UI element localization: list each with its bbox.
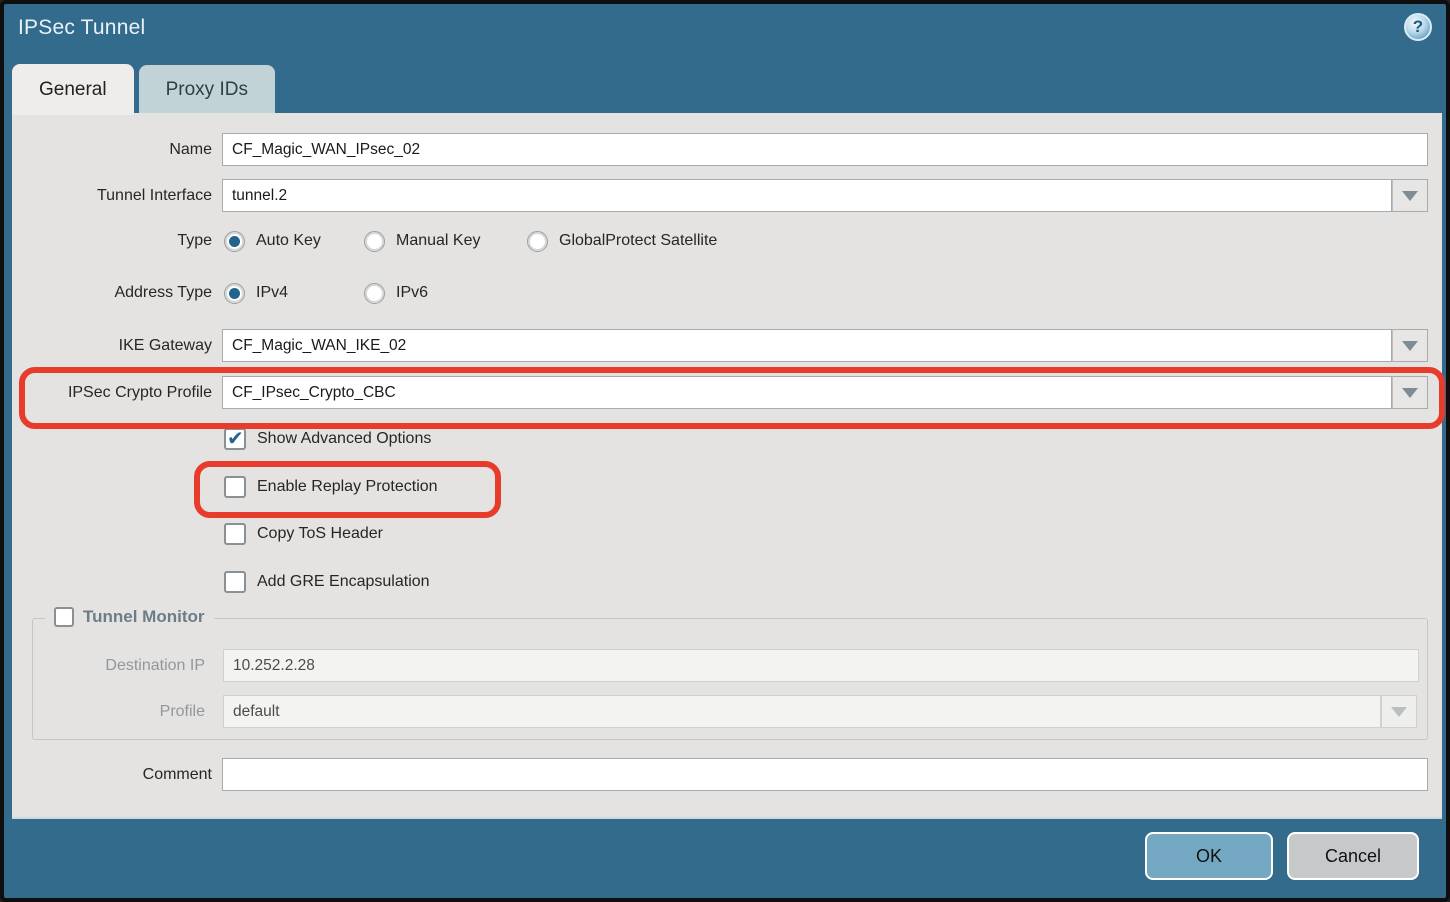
radio-ipv6-label: IPv6: [396, 284, 428, 302]
checkbox-enable-replay-protection-label: Enable Replay Protection: [257, 478, 438, 496]
checkbox-copy-tos-header[interactable]: Copy ToS Header: [224, 522, 383, 546]
profile-dropdown-button: [1381, 695, 1417, 728]
tunnel-interface-dropdown-button[interactable]: [1392, 179, 1428, 212]
chevron-down-icon: [1391, 707, 1407, 717]
destination-ip-input: [223, 649, 1419, 682]
checkbox-show-advanced-options[interactable]: Show Advanced Options: [224, 427, 431, 451]
radio-globalprotect-satellite-label: GlobalProtect Satellite: [559, 232, 717, 250]
tunnel-monitor-legend: Tunnel Monitor: [45, 607, 214, 627]
checkbox-add-gre-encapsulation[interactable]: Add GRE Encapsulation: [224, 570, 430, 594]
radio-globalprotect-satellite[interactable]: GlobalProtect Satellite: [527, 229, 717, 253]
dialog-title: IPSec Tunnel: [18, 16, 145, 40]
chevron-down-icon: [1402, 388, 1418, 398]
checkbox-icon[interactable]: [224, 571, 246, 593]
radio-icon[interactable]: [527, 231, 548, 252]
tunnel-interface-label: Tunnel Interface: [12, 179, 212, 212]
radio-ipv4-label: IPv4: [256, 284, 288, 302]
radio-auto-key[interactable]: Auto Key: [224, 229, 321, 253]
help-icon[interactable]: ?: [1404, 13, 1432, 41]
checkbox-add-gre-encapsulation-label: Add GRE Encapsulation: [257, 573, 430, 591]
ike-gateway-input[interactable]: [222, 329, 1392, 362]
radio-auto-key-label: Auto Key: [256, 232, 321, 250]
tunnel-interface-input[interactable]: [222, 179, 1392, 212]
tunnel-monitor-label: Tunnel Monitor: [83, 607, 205, 627]
radio-ipv6[interactable]: IPv6: [364, 281, 428, 305]
destination-ip-label: Destination IP: [33, 649, 205, 682]
tab-general[interactable]: General: [12, 64, 134, 115]
checkbox-icon[interactable]: [224, 476, 246, 498]
tab-bar: General Proxy IDs: [12, 63, 275, 115]
radio-icon[interactable]: [224, 283, 245, 304]
tab-proxy-ids-label: Proxy IDs: [166, 79, 248, 101]
ok-button[interactable]: OK: [1145, 832, 1273, 880]
ipsec-crypto-profile-dropdown-button[interactable]: [1392, 376, 1428, 409]
general-tab-panel: Name Tunnel Interface Type Auto Key Manu…: [12, 113, 1442, 819]
address-type-label: Address Type: [12, 281, 212, 305]
comment-label: Comment: [12, 758, 212, 791]
ipsec-tunnel-dialog: IPSec Tunnel ? General Proxy IDs Name Tu…: [0, 0, 1450, 902]
radio-icon[interactable]: [224, 231, 245, 252]
radio-manual-key[interactable]: Manual Key: [364, 229, 481, 253]
chevron-down-icon: [1402, 191, 1418, 201]
profile-label: Profile: [33, 695, 205, 728]
ipsec-crypto-profile-input[interactable]: [222, 376, 1392, 409]
tunnel-monitor-section: Tunnel Monitor Destination IP Profile: [32, 618, 1428, 740]
cancel-button[interactable]: Cancel: [1287, 832, 1419, 880]
checkbox-show-advanced-options-label: Show Advanced Options: [257, 430, 431, 448]
chevron-down-icon: [1402, 341, 1418, 351]
radio-icon[interactable]: [364, 231, 385, 252]
checkbox-icon[interactable]: [224, 523, 246, 545]
radio-icon[interactable]: [364, 283, 385, 304]
type-label: Type: [12, 229, 212, 253]
radio-manual-key-label: Manual Key: [396, 232, 481, 250]
comment-input[interactable]: [222, 758, 1428, 791]
radio-ipv4[interactable]: IPv4: [224, 281, 288, 305]
help-glyph: ?: [1413, 17, 1423, 37]
ike-gateway-dropdown-button[interactable]: [1392, 329, 1428, 362]
tunnel-monitor-checkbox[interactable]: [54, 607, 74, 627]
tab-proxy-ids[interactable]: Proxy IDs: [139, 65, 275, 115]
profile-input: [223, 695, 1381, 728]
checkbox-icon[interactable]: [224, 428, 246, 450]
name-input[interactable]: [222, 133, 1428, 166]
ipsec-crypto-profile-label: IPSec Crypto Profile: [12, 376, 212, 409]
tab-general-label: General: [39, 79, 107, 101]
name-label: Name: [12, 133, 212, 166]
checkbox-enable-replay-protection[interactable]: Enable Replay Protection: [224, 475, 438, 499]
ike-gateway-label: IKE Gateway: [12, 329, 212, 362]
checkbox-copy-tos-header-label: Copy ToS Header: [257, 525, 383, 543]
